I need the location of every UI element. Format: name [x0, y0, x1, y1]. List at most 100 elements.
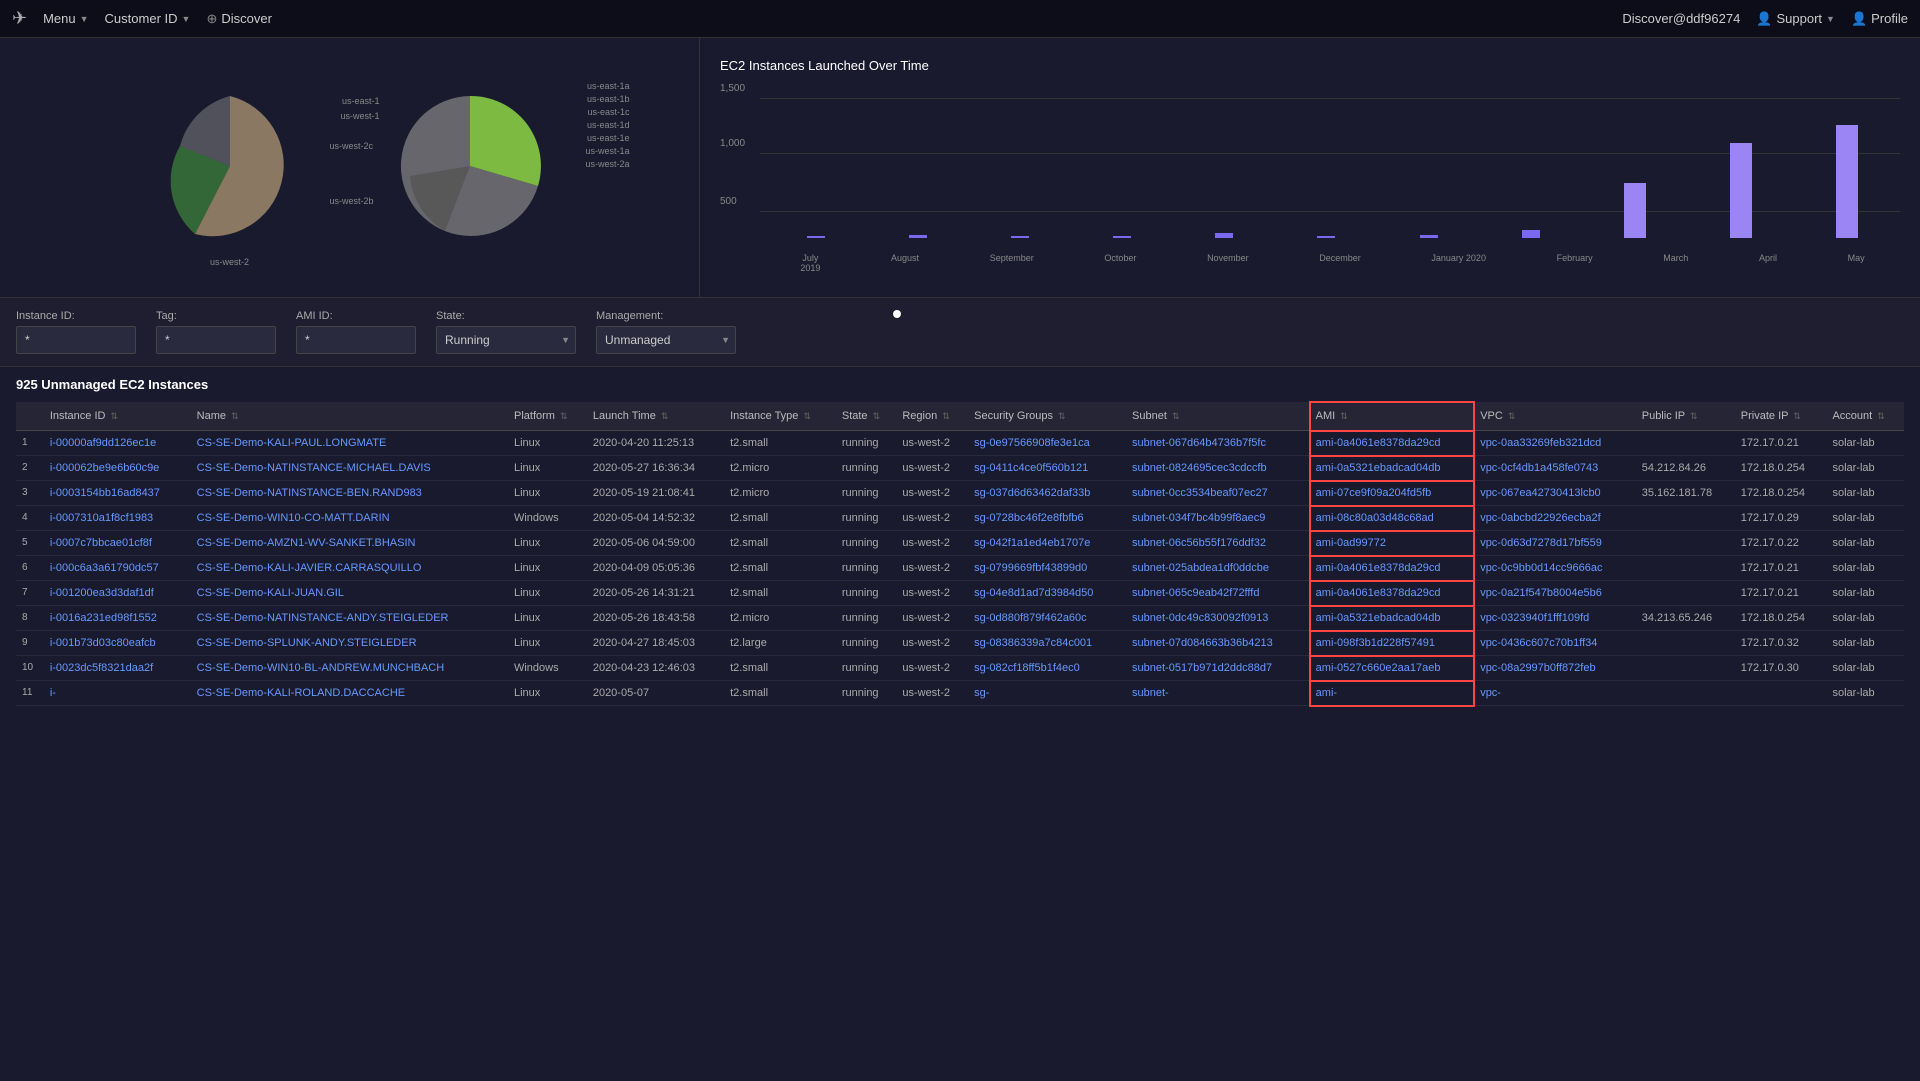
cell-num: 4	[16, 506, 44, 531]
instance-id-input[interactable]	[16, 326, 136, 354]
sg-link[interactable]: sg-0e97566908fe3e1ca	[974, 437, 1090, 449]
instance-id-link[interactable]: i-001200ea3d3daf1df	[50, 587, 154, 599]
name-link[interactable]: CS-SE-Demo-NATINSTANCE-MICHAEL.DAVIS	[197, 462, 431, 474]
col-account: Account ⇅	[1826, 402, 1904, 431]
subnet-link[interactable]: subnet-06c56b55f176ddf32	[1132, 537, 1266, 549]
vpc-link[interactable]: vpc-0c9bb0d14cc9666ac	[1480, 562, 1602, 574]
vpc-link[interactable]: vpc-0abcbd22926ecba2f	[1480, 512, 1600, 524]
subnet-link[interactable]: subnet-07d084663b36b4213	[1132, 637, 1273, 649]
cell-platform: Linux	[508, 531, 587, 556]
cell-public-ip: 35.162.181.78	[1636, 481, 1735, 506]
management-select[interactable]: Unmanaged Managed All	[596, 326, 736, 354]
ami-link[interactable]: ami-0527c660e2aa17aeb	[1316, 662, 1441, 674]
instance-id-link[interactable]: i-000c6a3a61790dc57	[50, 562, 159, 574]
name-link[interactable]: CS-SE-Demo-KALI-ROLAND.DACCACHE	[197, 687, 405, 699]
ami-link[interactable]: ami-08c80a03d48c68ad	[1316, 512, 1434, 524]
sort-account[interactable]: ⇅	[1877, 411, 1885, 421]
instance-id-link[interactable]: i-001b73d03c80eafcb	[50, 637, 156, 649]
menu-nav[interactable]: Menu ▼	[43, 11, 88, 26]
sg-link[interactable]: sg-0411c4ce0f560b121	[974, 462, 1088, 474]
sort-public-ip[interactable]: ⇅	[1690, 411, 1698, 421]
vpc-link[interactable]: vpc-0323940f1fff109fd	[1480, 612, 1589, 624]
sg-link[interactable]: sg-08386339a7c84c001	[974, 637, 1092, 649]
sort-security-groups[interactable]: ⇅	[1058, 411, 1066, 421]
sg-link[interactable]: sg-0d880f879f462a60c	[974, 612, 1087, 624]
sg-link[interactable]: sg-04e8d1ad7d3984d50	[974, 587, 1093, 599]
vpc-link[interactable]: vpc-0aa33269feb321dcd	[1480, 437, 1601, 449]
sort-state[interactable]: ⇅	[873, 411, 881, 421]
name-link[interactable]: CS-SE-Demo-NATINSTANCE-BEN.RAND983	[197, 487, 422, 499]
name-link[interactable]: CS-SE-Demo-SPLUNK-ANDY.STEIGLEDER	[197, 637, 417, 649]
ami-link[interactable]: ami-0a4061e8378da29cd	[1316, 587, 1441, 599]
col-instance-type: Instance Type ⇅	[724, 402, 836, 431]
subnet-link[interactable]: subnet-0824695cec3cdccfb	[1132, 462, 1267, 474]
subnet-link[interactable]: subnet-034f7bc4b99f8aec9	[1132, 512, 1265, 524]
sg-link[interactable]: sg-	[974, 687, 989, 699]
vpc-link[interactable]: vpc-08a2997b0ff872feb	[1480, 662, 1595, 674]
sort-vpc[interactable]: ⇅	[1508, 411, 1516, 421]
instance-id-link[interactable]: i-0023dc5f8321daa2f	[50, 662, 153, 674]
instance-id-link[interactable]: i-0007310a1f8cf1983	[50, 512, 153, 524]
sg-link[interactable]: sg-082cf18ff5b1f4ec0	[974, 662, 1080, 674]
name-link[interactable]: CS-SE-Demo-KALI-JAVIER.CARRASQUILLO	[197, 562, 422, 574]
state-select[interactable]: Running Stopped Terminated All	[436, 326, 576, 354]
subnet-link[interactable]: subnet-	[1132, 687, 1169, 699]
ami-link[interactable]: ami-07ce9f09a204fd5fb	[1316, 487, 1432, 499]
subnet-link[interactable]: subnet-067d64b4736b7f5fc	[1132, 437, 1266, 449]
sort-name[interactable]: ⇅	[231, 411, 239, 421]
sort-subnet[interactable]: ⇅	[1172, 411, 1180, 421]
cell-vpc: vpc-0a21f547b8004e5b6	[1474, 581, 1636, 606]
cell-launch-time: 2020-04-23 12:46:03	[587, 656, 724, 681]
sg-link[interactable]: sg-037d6d63462daf33b	[974, 487, 1090, 499]
instance-id-link[interactable]: i-00000af9dd126ec1e	[50, 437, 156, 449]
vpc-link[interactable]: vpc-0a21f547b8004e5b6	[1480, 587, 1602, 599]
sg-link[interactable]: sg-042f1a1ed4eb1707e	[974, 537, 1090, 549]
customer-id-nav[interactable]: Customer ID ▼	[105, 11, 191, 26]
tag-input[interactable]	[156, 326, 276, 354]
instance-id-link[interactable]: i-0016a231ed98f1552	[50, 612, 157, 624]
vpc-link[interactable]: vpc-	[1480, 687, 1501, 699]
cell-account: solar-lab	[1826, 656, 1904, 681]
ami-link[interactable]: ami-0a5321ebadcad04db	[1316, 612, 1441, 624]
subnet-link[interactable]: subnet-0517b971d2ddc88d7	[1132, 662, 1272, 674]
sg-link[interactable]: sg-0728bc46f2e8fbfb6	[974, 512, 1083, 524]
sort-private-ip[interactable]: ⇅	[1793, 411, 1801, 421]
sort-instance-type[interactable]: ⇅	[803, 411, 811, 421]
profile-nav[interactable]: 👤 Profile	[1851, 11, 1908, 27]
support-nav[interactable]: 👤 Support ▼	[1756, 11, 1835, 27]
ami-link[interactable]: ami-0a5321ebadcad04db	[1316, 462, 1441, 474]
ami-link[interactable]: ami-0a4061e8378da29cd	[1316, 562, 1441, 574]
ami-id-input[interactable]	[296, 326, 416, 354]
sort-region[interactable]: ⇅	[942, 411, 950, 421]
name-link[interactable]: CS-SE-Demo-NATINSTANCE-ANDY.STEIGLEDER	[197, 612, 449, 624]
vpc-link[interactable]: vpc-0d63d7278d17bf559	[1480, 537, 1602, 549]
name-link[interactable]: CS-SE-Demo-AMZN1-WV-SANKET.BHASIN	[197, 537, 416, 549]
subnet-link[interactable]: subnet-065c9eab42f72fffd	[1132, 587, 1259, 599]
subnet-link[interactable]: subnet-025abdea1df0ddcbe	[1132, 562, 1269, 574]
instance-id-link[interactable]: i-0007c7bbcae01cf8f	[50, 537, 152, 549]
instance-id-link[interactable]: i-0003154bb16ad8437	[50, 487, 160, 499]
ami-link[interactable]: ami-098f3b1d228f57491	[1316, 637, 1435, 649]
vpc-link[interactable]: vpc-067ea42730413lcb0	[1480, 487, 1601, 499]
subnet-link[interactable]: subnet-0dc49c830092f0913	[1132, 612, 1268, 624]
name-link[interactable]: CS-SE-Demo-WIN10-CO-MATT.DARIN	[197, 512, 390, 524]
ami-link[interactable]: ami-0a4061e8378da29cd	[1316, 437, 1441, 449]
cell-instance-type: t2.small	[724, 681, 836, 706]
vpc-link[interactable]: vpc-0436c607c70b1ff34	[1480, 637, 1597, 649]
name-link[interactable]: CS-SE-Demo-KALI-JUAN.GIL	[197, 587, 344, 599]
ami-link[interactable]: ami-0ad99772	[1316, 537, 1386, 549]
discover-nav[interactable]: ⊕ Discover	[206, 11, 271, 27]
sort-platform[interactable]: ⇅	[560, 411, 568, 421]
ami-link[interactable]: ami-	[1316, 687, 1337, 699]
name-link[interactable]: CS-SE-Demo-WIN10-BL-ANDREW.MUNCHBACH	[197, 662, 445, 674]
vpc-link[interactable]: vpc-0cf4db1a458fe0743	[1480, 462, 1598, 474]
name-link[interactable]: CS-SE-Demo-KALI-PAUL.LONGMATE	[197, 437, 387, 449]
sort-instance-id[interactable]: ⇅	[111, 411, 119, 421]
subnet-link[interactable]: subnet-0cc3534beaf07ec27	[1132, 487, 1268, 499]
instance-id-link[interactable]: i-	[50, 687, 56, 699]
cell-security-groups: sg-08386339a7c84c001	[968, 631, 1126, 656]
sort-launch-time[interactable]: ⇅	[661, 411, 669, 421]
sort-ami[interactable]: ⇅	[1340, 411, 1348, 421]
sg-link[interactable]: sg-0799669fbf43899d0	[974, 562, 1087, 574]
instance-id-link[interactable]: i-000062be9e6b60c9e	[50, 462, 160, 474]
